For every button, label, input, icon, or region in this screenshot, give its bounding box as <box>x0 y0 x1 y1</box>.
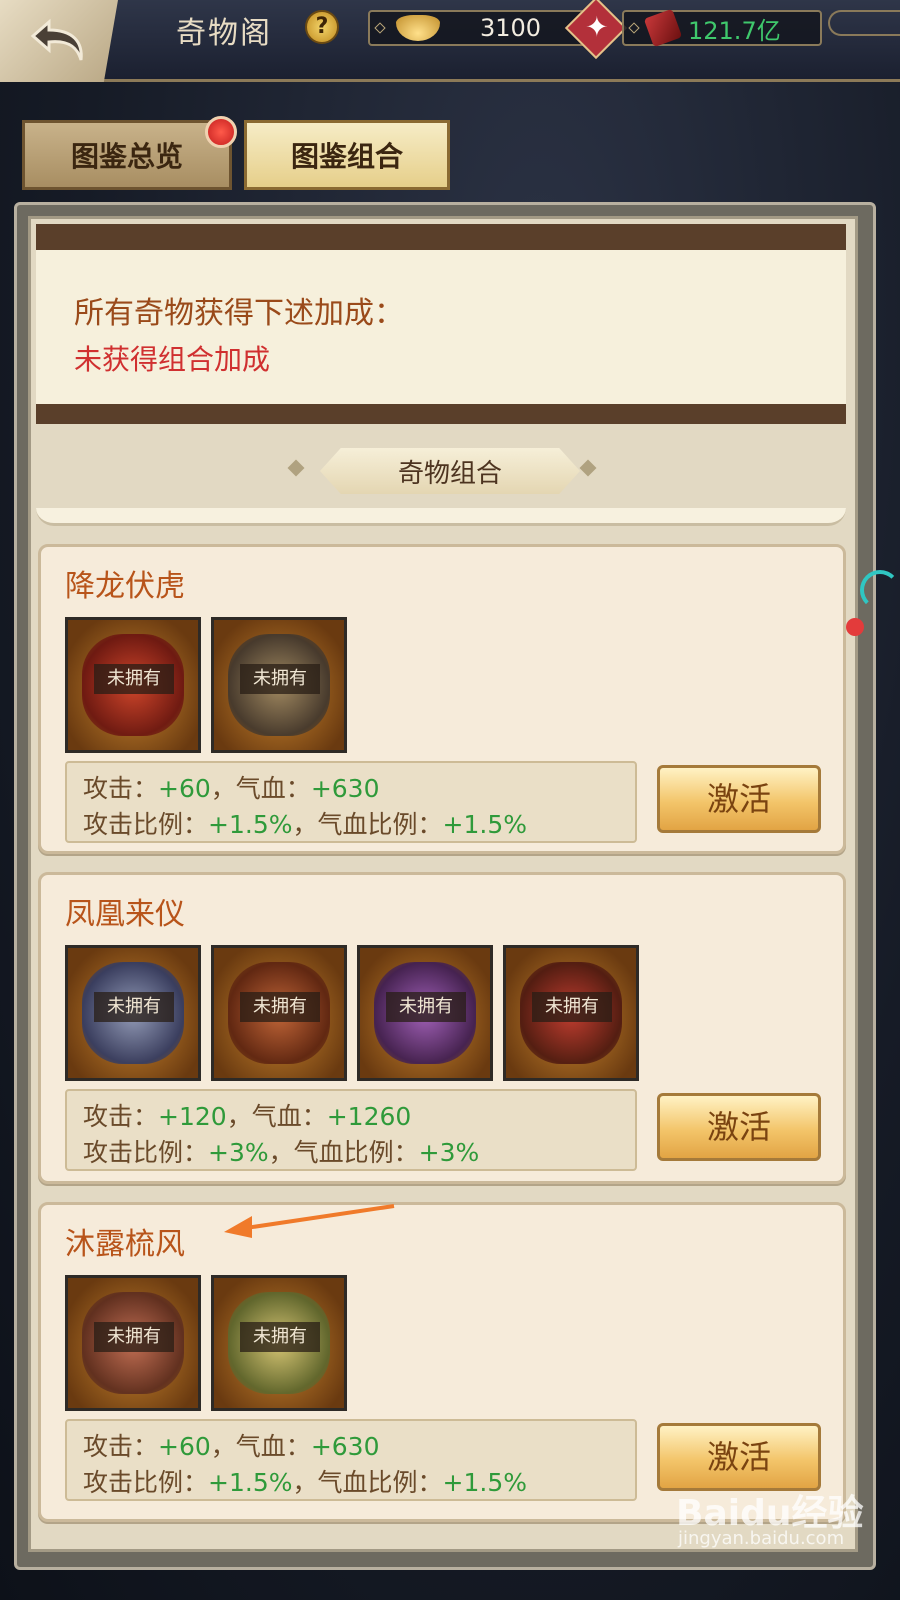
not-owned-tag: 未拥有 <box>240 1322 320 1352</box>
tab-codex-overview[interactable]: 图鉴总览 <box>22 120 232 190</box>
combo-name: 降龙伏虎 <box>65 569 185 604</box>
relic-slot[interactable]: 未拥有 <box>211 1275 347 1411</box>
not-owned-tag: 未拥有 <box>532 992 612 1022</box>
divider <box>36 508 846 526</box>
combo-card: 沐露梳风 未拥有 未拥有 攻击：+60，气血：+630 攻击比例：+1.5%，气… <box>38 1202 846 1522</box>
back-arrow-icon <box>30 18 83 61</box>
scroll-power-icon <box>643 8 683 48</box>
diamond-bullet-icon <box>628 22 640 34</box>
activate-button[interactable]: 激活 <box>657 765 821 833</box>
gold-amount: 3100 <box>480 14 542 42</box>
shuriken-icon[interactable] <box>564 0 628 60</box>
top-bar: 奇物阁 ? 3100 121.7亿 <box>0 0 900 82</box>
combo-stats: 攻击：+60，气血：+630 攻击比例：+1.5%，气血比例：+1.5% <box>65 1419 637 1501</box>
activate-button[interactable]: 激活 <box>657 1093 821 1161</box>
relic-slot[interactable]: 未拥有 <box>65 1275 201 1411</box>
not-owned-tag: 未拥有 <box>386 992 466 1022</box>
combo-card: 凤凰来仪 未拥有 未拥有 未拥有 未拥有 攻击：+120，气血：+1260 攻击… <box>38 872 846 1184</box>
combo-card: 降龙伏虎 未拥有 未拥有 攻击：+60，气血：+630 攻击比例：+1.5%，气… <box>38 544 846 854</box>
not-owned-tag: 未拥有 <box>240 664 320 694</box>
relic-slot[interactable]: 未拥有 <box>65 617 201 753</box>
relic-slot[interactable]: 未拥有 <box>211 945 347 1081</box>
gold-ingot-icon <box>396 15 440 41</box>
side-notification-dot <box>846 618 864 636</box>
page-title: 奇物阁 <box>176 16 272 51</box>
bonus-heading: 所有奇物获得下述加成： <box>74 296 404 331</box>
side-handle-icon[interactable] <box>860 570 900 610</box>
combo-name: 沐露梳风 <box>65 1227 185 1262</box>
stat-line-flat: 攻击：+60，气血：+630 <box>83 774 380 803</box>
combat-power-box: 121.7亿 <box>622 8 822 48</box>
back-button[interactable] <box>0 0 118 82</box>
stat-line-percent: 攻击比例：+3%，气血比例：+3% <box>83 1138 480 1167</box>
combo-stats: 攻击：+60，气血：+630 攻击比例：+1.5%，气血比例：+1.5% <box>65 761 637 843</box>
not-owned-tag: 未拥有 <box>240 992 320 1022</box>
relic-slot[interactable]: 未拥有 <box>211 617 347 753</box>
not-owned-tag: 未拥有 <box>94 1322 174 1352</box>
annotation-arrow-icon <box>224 1204 395 1238</box>
relic-slot[interactable]: 未拥有 <box>65 945 201 1081</box>
combat-power-amount: 121.7亿 <box>688 16 781 45</box>
corner-ornament <box>828 10 900 36</box>
combo-name: 凤凰来仪 <box>65 897 185 932</box>
not-owned-tag: 未拥有 <box>94 664 174 694</box>
activate-button[interactable]: 激活 <box>657 1423 821 1491</box>
bonus-status: 未获得组合加成 <box>74 343 271 376</box>
not-owned-tag: 未拥有 <box>94 992 174 1022</box>
relic-slot[interactable]: 未拥有 <box>357 945 493 1081</box>
diamond-bullet-icon <box>374 22 386 34</box>
relic-slot[interactable]: 未拥有 <box>503 945 639 1081</box>
stat-line-flat: 攻击：+120，气血：+1260 <box>83 1102 412 1131</box>
stat-line-flat: 攻击：+60，气血：+630 <box>83 1432 380 1461</box>
notification-dot <box>205 116 237 148</box>
combo-stats: 攻击：+120，气血：+1260 攻击比例：+3%，气血比例：+3% <box>65 1089 637 1171</box>
stat-line-percent: 攻击比例：+1.5%，气血比例：+1.5% <box>83 1468 527 1497</box>
section-title: 奇物组合 <box>320 448 580 494</box>
watermark-url: jingyan.baidu.com <box>678 1528 845 1549</box>
help-icon[interactable]: ? <box>305 10 339 44</box>
tab-codex-combos[interactable]: 图鉴组合 <box>244 120 450 190</box>
bonus-scroll: 所有奇物获得下述加成： 未获得组合加成 <box>36 224 846 424</box>
stat-line-percent: 攻击比例：+1.5%，气血比例：+1.5% <box>83 810 527 839</box>
